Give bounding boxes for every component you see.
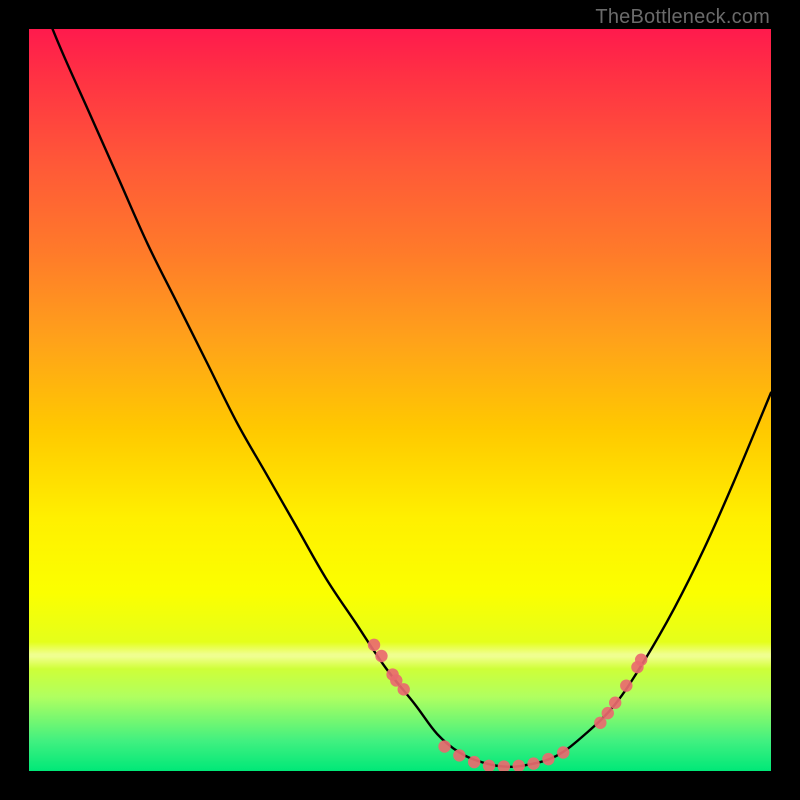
curve-layer — [29, 29, 771, 771]
marker-points — [368, 639, 648, 771]
marker-point — [498, 760, 510, 771]
marker-point — [557, 746, 569, 758]
watermark-text: TheBottleneck.com — [595, 6, 770, 29]
marker-point — [542, 753, 554, 765]
marker-point — [438, 740, 450, 752]
marker-point — [453, 749, 465, 761]
marker-point — [609, 697, 621, 709]
marker-point — [620, 679, 632, 691]
marker-point — [635, 654, 647, 666]
marker-point — [398, 683, 410, 695]
marker-point — [468, 756, 480, 768]
marker-point — [602, 707, 614, 719]
marker-point — [527, 757, 539, 769]
plot-area — [29, 29, 771, 771]
chart-frame: TheBottleneck.com — [0, 0, 800, 800]
bottleneck-curve — [29, 29, 771, 767]
marker-point — [483, 760, 495, 771]
marker-point — [368, 639, 380, 651]
marker-point — [513, 760, 525, 771]
marker-point — [375, 650, 387, 662]
